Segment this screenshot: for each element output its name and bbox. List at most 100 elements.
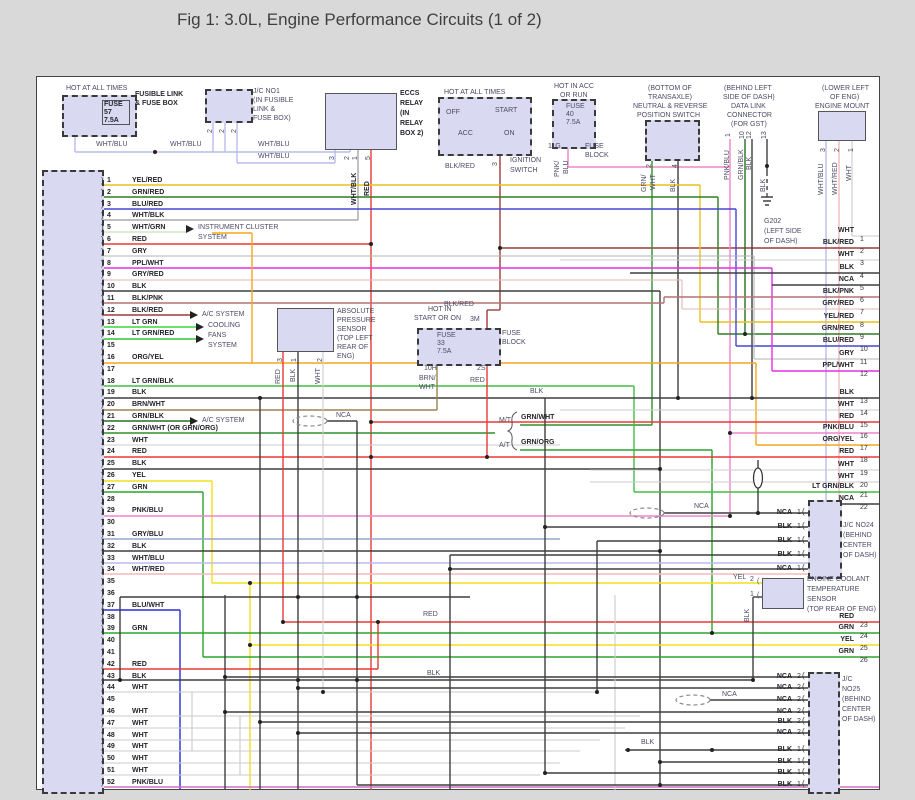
jc-no25-box (808, 672, 840, 794)
diagram-label: RELAY (400, 120, 424, 127)
diagram-label: RED (275, 369, 282, 384)
right-pin-wire-label: GRN (838, 624, 854, 631)
ignition-switch-box (438, 97, 532, 156)
diagram-label: 1 (352, 156, 359, 160)
left-pin-number: 39 (107, 625, 115, 633)
right-pin-number: 12 (860, 371, 868, 378)
diagram-label: COOLING (208, 322, 241, 329)
left-pin-number: 34 (107, 566, 115, 574)
diagram-label: NEUTRAL & REVERSE (633, 103, 708, 110)
right-pin-wire-label: WHT (838, 473, 854, 480)
left-pin-bracket: ) (101, 530, 104, 539)
left-pin-bracket: ) (101, 400, 104, 410)
diagram-label: BLK (746, 156, 753, 170)
diagram-label: TEMPERATURE (807, 586, 860, 593)
diagram-label: 3 (820, 148, 827, 152)
jc-no24-pin-wire-label: BLK (777, 551, 792, 558)
right-pin-wire-label: PNK/BLU (822, 424, 854, 431)
left-pin-bracket: ) (101, 435, 104, 445)
diagram-label: BLK (670, 178, 677, 192)
diagram-label: 2 (646, 164, 653, 168)
jc-no25-pin-bracket: ( (802, 767, 805, 776)
diagram-label: OR RUN (560, 92, 588, 99)
diagram-label: ENG) (337, 353, 355, 360)
jc-no25-pin-number: 1 (797, 781, 801, 788)
diagram-label: (BEHIND (842, 696, 871, 703)
left-pin-wire-label: WHT (132, 436, 148, 444)
left-pin-number: 9 (107, 271, 111, 279)
left-pin-bracket: ) (101, 235, 104, 244)
left-pin-wire-label: YEL (132, 472, 146, 479)
jc-no25-pin-bracket: ( (802, 682, 805, 691)
diagram-label: FUSE (104, 101, 123, 108)
left-pin-number: 20 (107, 401, 115, 409)
left-pin-number: 10 (107, 283, 115, 291)
diagram-label: SYSTEM (198, 234, 227, 241)
jc-no24-pin-number: 1 (797, 565, 801, 572)
diagram-label: OFF (446, 109, 460, 116)
jc-no25-pin-number: 2 (797, 684, 801, 691)
diagram-label: INSTRUMENT CLUSTER (198, 224, 279, 231)
diagram-label: BLK (641, 739, 655, 746)
diagram-label: GRN/ORG (521, 439, 555, 446)
left-pin-bracket: ) (101, 648, 104, 657)
right-pin-wire-label: GRN (838, 648, 854, 655)
right-pin-number: 3 (860, 260, 864, 267)
jc-no24-pin-bracket: ( (802, 507, 805, 516)
diagram-label: NCA (694, 503, 709, 510)
diagram-label: WHT/BLU (818, 163, 825, 196)
diagram-label: (TOP LEFT (337, 335, 373, 342)
left-pin-wire-label: WHT (132, 767, 148, 774)
diagram-label: (FOR GST) (731, 121, 767, 128)
diagram-label: GRN/ (641, 174, 648, 193)
diagram-label: GRN/WHT (521, 414, 555, 421)
diagram-label: 2 (207, 129, 214, 133)
left-pin-number: 13 (107, 318, 115, 326)
left-pin-number: 44 (107, 684, 115, 692)
right-pin-number: 21 (860, 492, 868, 499)
diagram-label: PNK/BLU (724, 150, 731, 180)
diagram-label: SIDE OF DASH) (723, 94, 775, 101)
left-pin-number: 19 (107, 389, 115, 397)
left-pin-number: 18 (107, 377, 115, 385)
diagram-label: WHT/BLU (258, 141, 290, 148)
left-pin-number: 49 (107, 743, 115, 751)
left-pin-number: 45 (107, 696, 115, 704)
neutral-switch-box (645, 120, 700, 161)
diagram-label: A/T (499, 442, 510, 449)
left-pin-wire-label: GRY/BLU (132, 531, 164, 538)
left-pin-number: 23 (107, 436, 115, 444)
diagram-label: HOT IN ACC (554, 83, 594, 90)
diagram-label: J/C NO24 (843, 522, 874, 529)
diagram-label: 3 (492, 162, 499, 166)
left-pin-number: 32 (107, 542, 115, 550)
left-pin-wire-label: WHT/RED (132, 566, 165, 574)
left-pin-number: 27 (107, 483, 115, 491)
jc-no25-pin-number: 1 (797, 758, 801, 765)
diagram-label: 1 (750, 591, 754, 598)
left-pin-number: 38 (107, 613, 115, 621)
right-pin-number: 4 (860, 273, 864, 280)
left-pin-bracket: ) (101, 294, 104, 303)
diagram-label: BLK (427, 670, 441, 677)
left-pin-number: 17 (107, 365, 115, 373)
diagram-label: FUSE (566, 103, 585, 110)
left-pin-number: 48 (107, 731, 115, 739)
jc-no25-pin-bracket: ( (802, 706, 805, 715)
diagram-label: FUSE (585, 143, 604, 150)
left-pin-wire-label: GRY/RED (132, 271, 164, 279)
jc-no25-pin-number: 2 (797, 729, 801, 736)
left-pin-bracket: ) (101, 518, 104, 528)
left-pin-number: 24 (107, 448, 115, 456)
left-pin-wire-label: LT GRN/RED (132, 330, 175, 338)
left-pin-bracket: ) (101, 258, 104, 268)
diagram-label: A/C SYSTEM (202, 417, 245, 424)
ecm-connector-box (42, 170, 104, 794)
diagram-label: (BEHIND (843, 532, 872, 539)
diagram-label: (BEHIND LEFT (724, 85, 772, 92)
diagram-label: START OR ON (414, 315, 462, 322)
diagram-label: 12 (746, 131, 753, 139)
left-pin-number: 31 (107, 531, 115, 538)
right-pin-wire-label: RED (839, 413, 854, 420)
jc-no24-pin-number: 1 (797, 509, 801, 516)
